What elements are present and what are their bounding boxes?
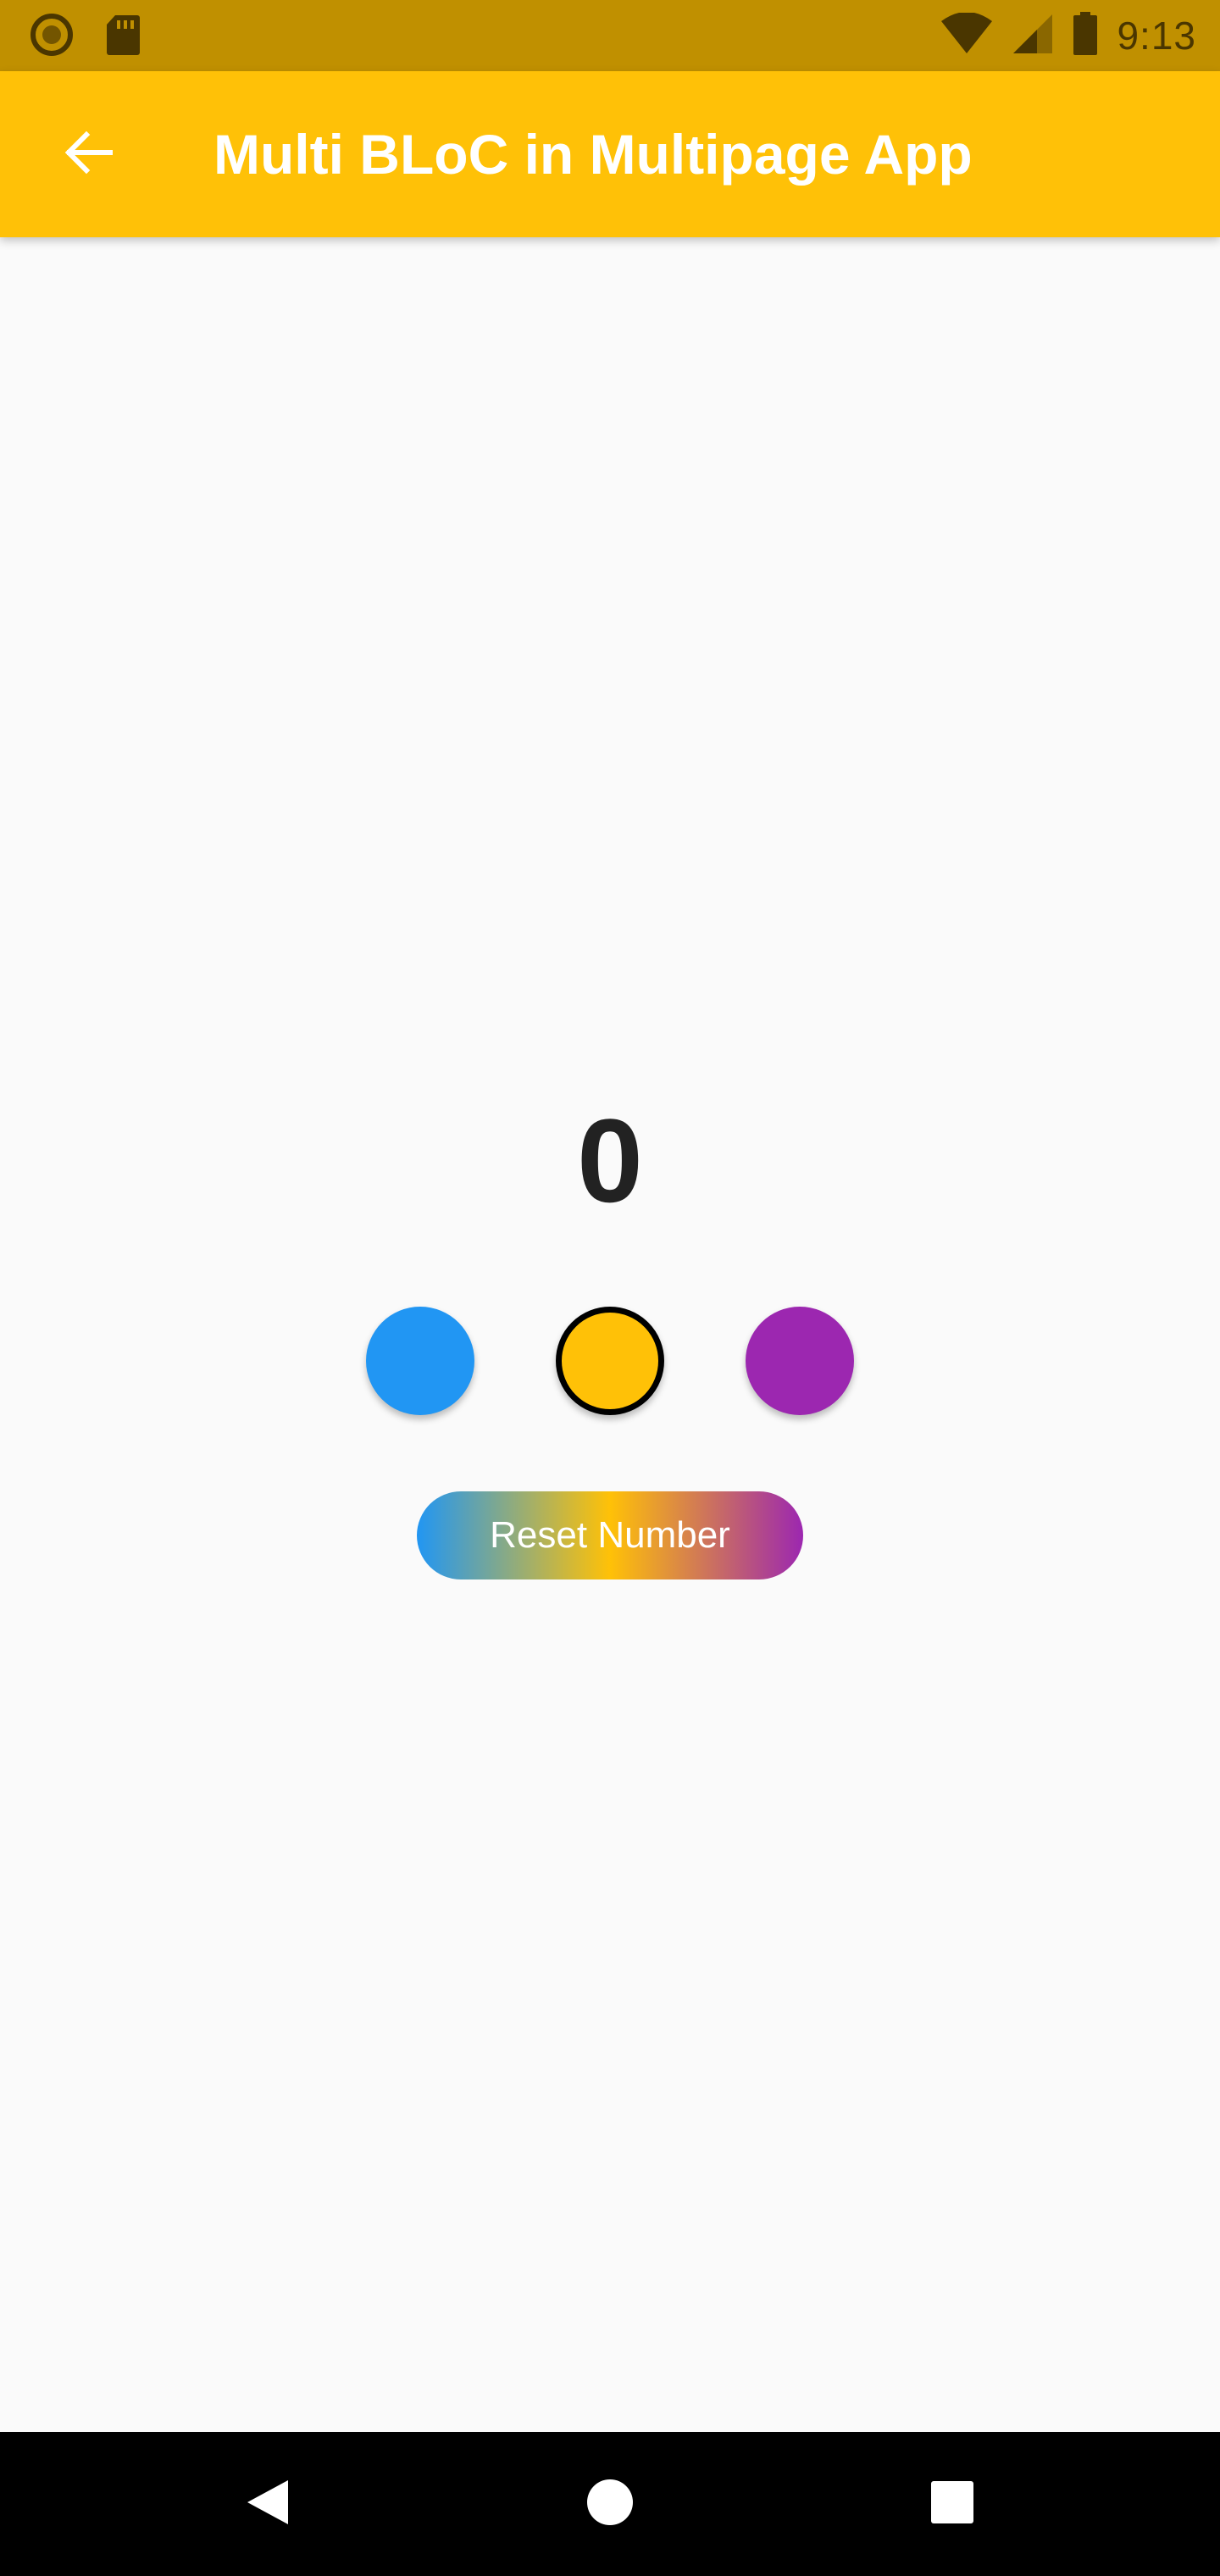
nav-recents-icon bbox=[927, 2477, 978, 2532]
nav-back-icon bbox=[242, 2477, 293, 2532]
system-nav-bar bbox=[0, 2432, 1220, 2576]
cell-signal-icon bbox=[1012, 13, 1054, 59]
color-option-blue[interactable] bbox=[366, 1307, 474, 1415]
reset-number-label: Reset Number bbox=[490, 1514, 730, 1556]
color-selector bbox=[0, 1305, 1220, 1417]
nav-home-button[interactable] bbox=[568, 2462, 652, 2546]
nav-recents-button[interactable] bbox=[910, 2462, 995, 2546]
status-bar: 9:13 bbox=[0, 0, 1220, 71]
sd-card-icon bbox=[105, 14, 141, 60]
color-option-purple[interactable] bbox=[746, 1307, 854, 1415]
counter-value: 0 bbox=[577, 1094, 643, 1227]
status-left-icons bbox=[29, 12, 141, 62]
page-title: Multi BLoC in Multipage App bbox=[214, 123, 973, 186]
reset-number-button[interactable]: Reset Number bbox=[417, 1491, 803, 1579]
arrow-back-icon bbox=[61, 125, 115, 184]
nav-home-icon bbox=[585, 2477, 635, 2532]
record-icon bbox=[29, 12, 75, 62]
screen: 9:13 Multi BLoC in Multipage App 0 Reset… bbox=[0, 0, 1220, 2576]
app-bar: Multi BLoC in Multipage App bbox=[0, 71, 1220, 237]
back-button[interactable] bbox=[47, 114, 129, 195]
color-option-amber[interactable] bbox=[556, 1307, 664, 1415]
nav-back-button[interactable] bbox=[225, 2462, 310, 2546]
wifi-icon bbox=[940, 11, 993, 59]
status-right-icons: 9:13 bbox=[940, 8, 1196, 63]
battery-icon bbox=[1073, 11, 1098, 60]
status-time: 9:13 bbox=[1117, 14, 1196, 58]
